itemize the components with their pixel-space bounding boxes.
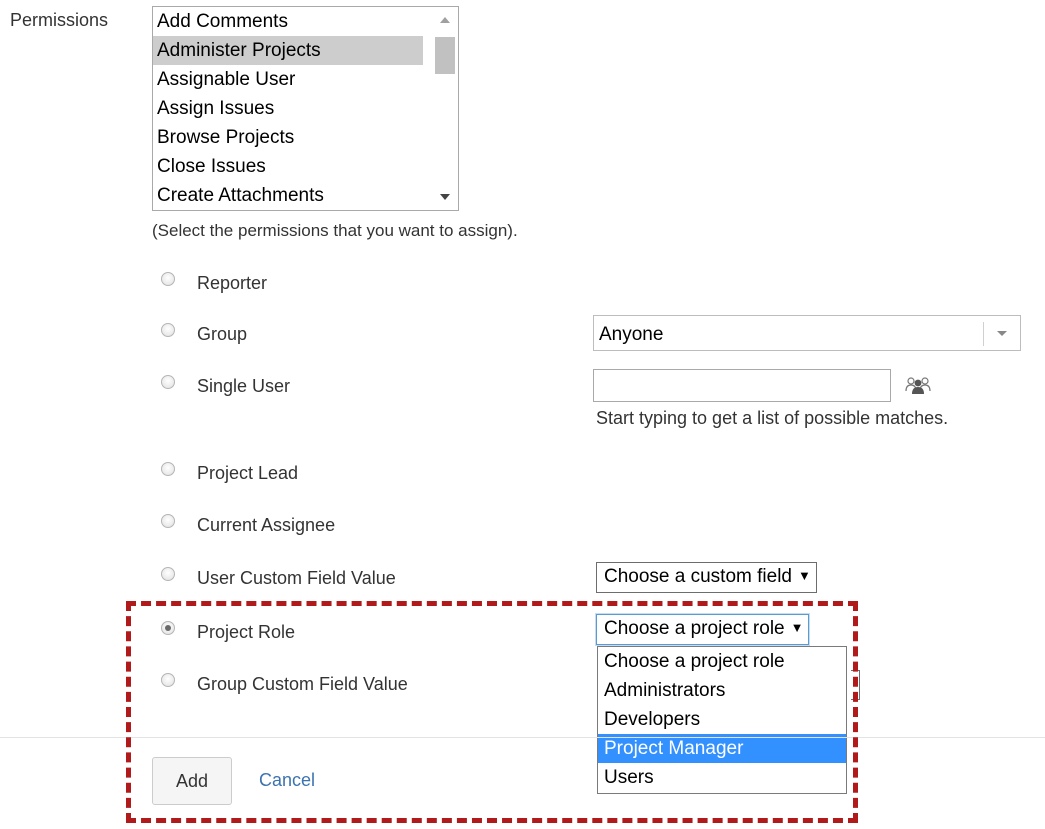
custom-field-select-value: Choose a custom field	[604, 566, 792, 587]
permission-option[interactable]: Assign Issues	[153, 94, 423, 123]
group-label: Group	[197, 324, 248, 344]
scroll-up-arrow-icon[interactable]	[440, 17, 450, 23]
single-user-label: Single User	[197, 376, 291, 396]
permissions-label: Permissions	[10, 10, 109, 30]
user-custom-field-label: User Custom Field Value	[197, 568, 396, 588]
project-lead-radio[interactable]	[161, 462, 175, 476]
annotation-highlight-box	[126, 601, 858, 823]
reporter-label: Reporter	[197, 273, 268, 293]
group-select-value: Anyone	[599, 324, 664, 345]
permission-option[interactable]: Browse Projects	[153, 123, 423, 152]
user-custom-field-radio[interactable]	[161, 567, 175, 581]
reporter-radio[interactable]	[161, 272, 175, 286]
group-select[interactable]: Anyone	[593, 315, 1021, 351]
dropdown-arrow-icon: ▼	[798, 568, 811, 583]
user-picker-icon[interactable]	[905, 375, 931, 395]
project-lead-label: Project Lead	[197, 463, 299, 483]
current-assignee-radio[interactable]	[161, 514, 175, 528]
chevron-down-icon[interactable]	[997, 331, 1007, 336]
permissions-scrollbar[interactable]	[432, 7, 458, 210]
single-user-hint: Start typing to get a list of possible m…	[596, 408, 949, 428]
permissions-listbox[interactable]: Add Comments Administer Projects Assigna…	[152, 6, 459, 211]
current-assignee-label: Current Assignee	[197, 515, 336, 535]
permissions-hint: (Select the permissions that you want to…	[152, 221, 518, 240]
scroll-down-arrow-icon[interactable]	[440, 194, 450, 200]
scrollbar-thumb[interactable]	[435, 37, 455, 74]
group-radio[interactable]	[161, 323, 175, 337]
single-user-input[interactable]	[593, 369, 891, 402]
permission-option[interactable]: Create Attachments	[153, 181, 423, 210]
permission-option[interactable]: Assignable User	[153, 65, 423, 94]
single-user-radio[interactable]	[161, 375, 175, 389]
permission-option[interactable]: Close Issues	[153, 152, 423, 181]
custom-field-select[interactable]: Choose a custom field ▼	[596, 562, 817, 593]
permission-option-selected[interactable]: Administer Projects	[153, 36, 423, 65]
permission-option[interactable]: Add Comments	[153, 7, 423, 36]
select-divider	[983, 322, 984, 346]
